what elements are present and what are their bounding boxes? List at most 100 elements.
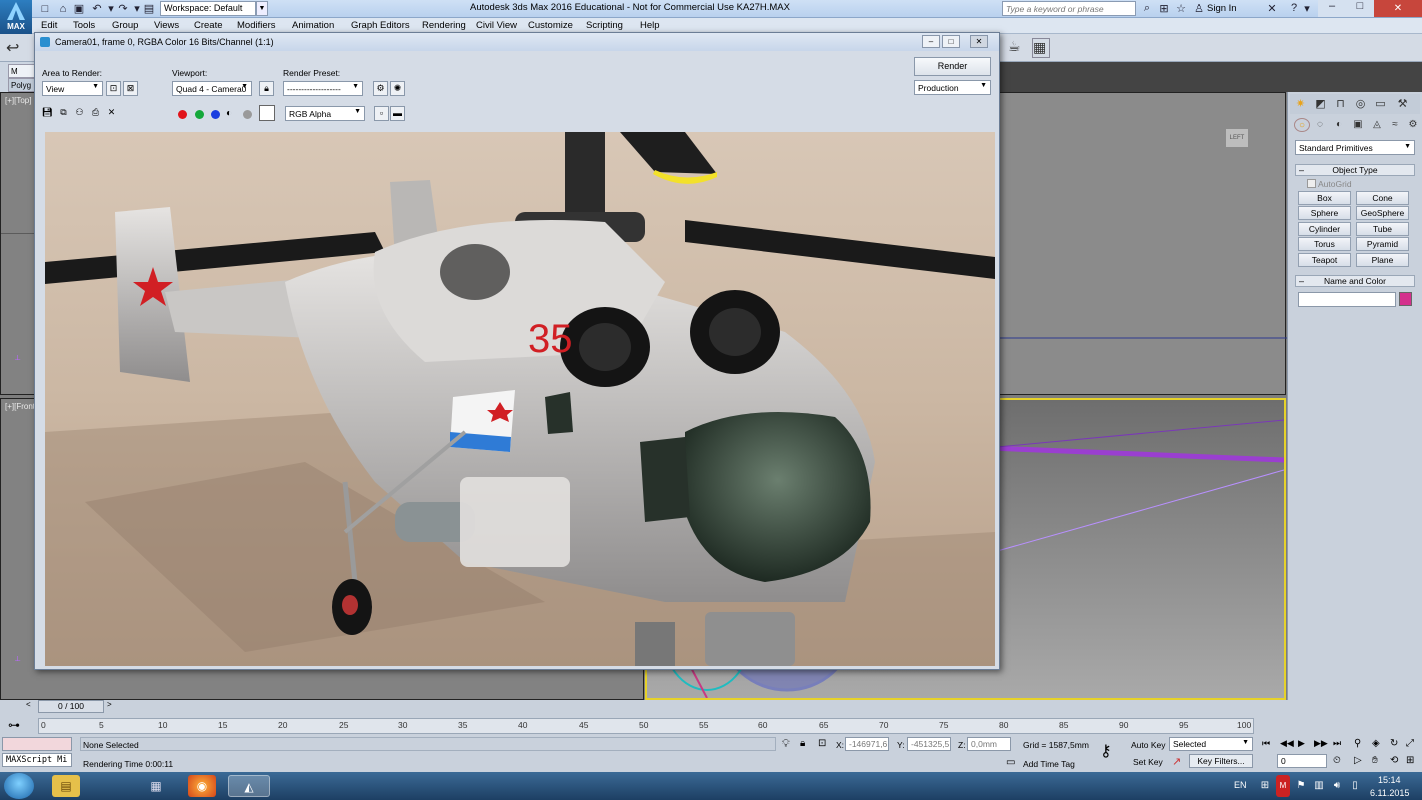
ribbon-tab-polygon[interactable]: Polyg — [8, 78, 36, 92]
go-to-end-icon[interactable]: ⏭ — [1333, 738, 1341, 749]
menu-rendering[interactable]: Rendering — [422, 20, 466, 31]
network-tray-icon[interactable]: ▥ — [1312, 775, 1326, 797]
workspace-selector[interactable]: Workspace: Default — [160, 1, 256, 16]
systems-icon[interactable]: ⚙ — [1405, 118, 1421, 132]
render-button[interactable]: Render — [914, 57, 991, 76]
file-explorer-icon[interactable]: ▤ — [52, 775, 80, 797]
hierarchy-tab-icon[interactable]: ⊓ — [1332, 96, 1349, 112]
render-window-titlebar[interactable]: Camera01, frame 0, RGBA Color 16 Bits/Ch… — [35, 33, 999, 51]
monochrome-toggle[interactable] — [243, 110, 252, 119]
set-key-icon[interactable]: ⚷ — [1100, 741, 1112, 761]
menu-graph-editors[interactable]: Graph Editors — [351, 20, 410, 31]
trackbar-toggle-icon[interactable]: ⊶ — [8, 718, 20, 732]
modify-tab-icon[interactable]: ◩ — [1312, 96, 1329, 112]
flag-tray-icon[interactable]: ⚑ — [1294, 775, 1308, 797]
app-menu-button[interactable]: MAX — [0, 0, 32, 36]
zoom-icon[interactable]: ⚲ — [1354, 738, 1361, 749]
render-mode-select[interactable]: Production ▼ — [914, 80, 991, 95]
geosphere-button[interactable]: GeoSphere — [1356, 206, 1409, 220]
pan-hand-icon[interactable]: ✋︎ — [1372, 755, 1378, 766]
walk-through-icon[interactable]: ⟲ — [1390, 755, 1398, 766]
object-type-rollout[interactable]: – Object Type — [1295, 164, 1415, 176]
redo-icon[interactable]: ↷ — [116, 2, 130, 16]
edit-region-icon[interactable]: ⊡ — [106, 81, 121, 96]
toggle-ui-icon[interactable]: ▬ — [390, 106, 405, 121]
time-slider-next-icon[interactable]: > — [107, 700, 112, 709]
windows-start-icon[interactable] — [4, 773, 34, 799]
rendered-frame-window-icon[interactable]: ▦ — [1032, 38, 1050, 58]
plane-button[interactable]: Plane — [1356, 253, 1409, 267]
maximize-toggle-icon[interactable]: ⊞ — [1406, 755, 1414, 766]
print-image-icon[interactable]: ⎙ — [88, 106, 103, 121]
help-icon[interactable]: ? — [1287, 2, 1301, 14]
save-file-icon[interactable]: ▣ — [72, 2, 86, 16]
maxscript-mini-listener[interactable]: MAXScript Mi — [2, 753, 72, 767]
blue-channel-toggle[interactable] — [211, 110, 220, 119]
selection-lock-icon[interactable]: 🔒︎ — [800, 738, 805, 749]
chevron-down-icon[interactable]: ▼ — [256, 1, 268, 16]
go-to-start-icon[interactable]: ⏮ — [1262, 738, 1270, 749]
pyramid-button[interactable]: Pyramid — [1356, 237, 1409, 251]
field-of-view-icon[interactable]: ▷ — [1354, 755, 1362, 766]
clone-window-icon[interactable]: ⚇ — [72, 106, 87, 121]
current-frame-field[interactable]: 0 — [1277, 754, 1327, 768]
teapot-button[interactable]: Teapot — [1298, 253, 1351, 267]
render-window-minimize-button[interactable]: – — [922, 35, 940, 48]
user-icon[interactable]: ♙ — [1192, 2, 1206, 15]
y-coord-field[interactable]: -451325,5 — [907, 737, 951, 751]
helpers-icon[interactable]: ◬ — [1369, 118, 1385, 132]
cameras-icon[interactable]: ▣ — [1350, 118, 1366, 132]
firefox-icon[interactable]: ◉ — [188, 775, 216, 797]
motion-tab-icon[interactable]: ◎ — [1352, 96, 1369, 112]
space-warps-icon[interactable]: ≈ — [1387, 118, 1403, 132]
project-folder-icon[interactable]: ▤ — [142, 2, 156, 16]
display-tab-icon[interactable]: ▭ — [1372, 96, 1389, 112]
menu-civil-view[interactable]: Civil View — [476, 20, 517, 31]
display-channel-select[interactable]: RGB Alpha ▼ — [285, 106, 365, 121]
set-key-button[interactable]: Set Key — [1133, 757, 1163, 767]
cylinder-button[interactable]: Cylinder — [1298, 222, 1351, 236]
menu-group[interactable]: Group — [112, 20, 138, 31]
key-filters-button[interactable]: Key Filters... — [1189, 754, 1253, 768]
isolate-selection-icon[interactable]: 💡︎ — [782, 738, 790, 751]
clock-time[interactable]: 15:14 — [1378, 775, 1401, 785]
geometry-icon[interactable]: ○ — [1294, 118, 1310, 132]
create-tab-icon[interactable]: ✷ — [1292, 96, 1309, 112]
menu-tools[interactable]: Tools — [73, 20, 95, 31]
open-file-icon[interactable]: ⌂ — [56, 2, 70, 16]
menu-views[interactable]: Views — [154, 20, 179, 31]
help-dropdown-icon[interactable]: ▾ — [1300, 2, 1314, 15]
undo-icon[interactable]: ↶ — [90, 2, 104, 16]
environment-effects-icon[interactable]: ✺ — [390, 81, 405, 96]
timeline-ruler[interactable]: 0 5 10 15 20 25 30 35 40 45 50 55 60 65 … — [38, 718, 1254, 734]
red-channel-toggle[interactable] — [178, 110, 187, 119]
key-selection-select[interactable]: Selected ▼ — [1169, 737, 1253, 751]
next-frame-icon[interactable]: ▶▶ — [1314, 738, 1328, 749]
z-coord-field[interactable]: 0,0mm — [967, 737, 1011, 751]
window-close-button[interactable]: ✕ — [1374, 0, 1422, 17]
render-setup-icon[interactable]: ⚙ — [373, 81, 388, 96]
menu-scripting[interactable]: Scripting — [586, 20, 623, 31]
object-color-swatch[interactable] — [1399, 292, 1412, 306]
viewport-label-top[interactable]: [+][Top] — [5, 96, 31, 105]
viewcube[interactable]: LEFT — [1226, 129, 1248, 147]
subscription-icon[interactable]: ⊞ — [1157, 2, 1171, 15]
speaker-tray-icon[interactable]: 🔊︎ — [1330, 775, 1344, 797]
window-minimize-button[interactable]: – — [1318, 0, 1346, 17]
render-preset-select[interactable]: ------------------- ▼ — [283, 81, 363, 96]
primitive-category-select[interactable]: Standard Primitives ▼ — [1295, 140, 1415, 155]
undo-large-icon[interactable]: ↩ — [6, 38, 28, 58]
time-configuration-icon[interactable]: ⏲ — [1333, 755, 1341, 766]
absolute-mode-icon[interactable]: ⊡ — [818, 738, 826, 749]
zoom-all-icon[interactable]: ◈ — [1372, 738, 1380, 749]
clear-image-icon[interactable]: ✕ — [104, 106, 119, 121]
auto-region-icon[interactable]: ⊠ — [123, 81, 138, 96]
battery-tray-icon[interactable]: ▯ — [1348, 775, 1362, 797]
green-channel-toggle[interactable] — [195, 110, 204, 119]
clock-date[interactable]: 6.11.2015 — [1370, 788, 1409, 798]
search-icon[interactable]: ⌕ — [1140, 2, 1154, 15]
key-mode-icon[interactable]: ↗ — [1172, 755, 1181, 768]
search-input[interactable]: Type a keyword or phrase — [1002, 1, 1136, 16]
save-image-icon[interactable]: 💾︎ — [40, 106, 55, 121]
viewport-label-front[interactable]: [+][Front] — [5, 402, 37, 411]
